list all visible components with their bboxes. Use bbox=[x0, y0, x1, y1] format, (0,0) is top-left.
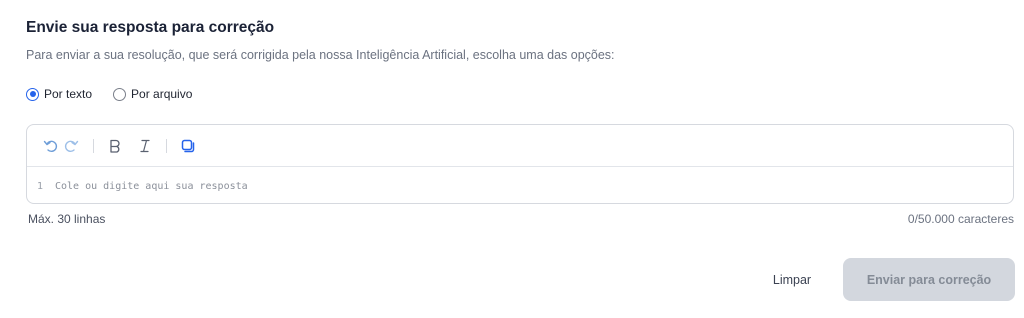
bold-icon bbox=[110, 139, 120, 153]
copy-button[interactable] bbox=[177, 135, 199, 157]
answer-editor: 1 Cole ou digite aqui sua resposta bbox=[26, 124, 1014, 204]
page-title: Envie sua resposta para correção bbox=[26, 19, 275, 36]
editor-placeholder: Cole ou digite aqui sua resposta bbox=[55, 180, 248, 192]
radio-label-por-arquivo: Por arquivo bbox=[131, 87, 193, 101]
radio-selected-icon[interactable] bbox=[26, 87, 39, 101]
clear-button[interactable]: Limpar bbox=[759, 266, 825, 294]
undo-icon bbox=[43, 140, 58, 152]
submit-button[interactable]: Enviar para correção bbox=[843, 258, 1015, 301]
line-number: 1 bbox=[36, 180, 44, 192]
toolbar-divider bbox=[93, 138, 94, 153]
editor-text-area[interactable]: 1 Cole ou digite aqui sua resposta bbox=[27, 167, 1013, 205]
redo-button[interactable] bbox=[61, 135, 83, 157]
submission-mode-radio-group: Por texto Por arquivo bbox=[26, 87, 213, 101]
bold-button[interactable] bbox=[104, 135, 126, 157]
max-lines-hint: Máx. 30 linhas bbox=[28, 212, 106, 226]
toolbar-divider bbox=[166, 138, 167, 153]
editor-toolbar bbox=[27, 125, 1013, 167]
radio-label-por-texto: Por texto bbox=[44, 87, 93, 101]
undo-button[interactable] bbox=[39, 135, 61, 157]
character-counter: 0/50.000 caracteres bbox=[907, 212, 1014, 226]
radio-por-texto[interactable]: Por texto bbox=[26, 87, 92, 101]
copy-icon bbox=[181, 139, 195, 152]
radio-por-arquivo[interactable]: Por arquivo bbox=[113, 87, 192, 101]
radio-unselected-icon[interactable] bbox=[113, 87, 127, 101]
redo-icon bbox=[64, 140, 79, 152]
italic-button[interactable] bbox=[134, 135, 156, 157]
italic-icon bbox=[140, 139, 150, 152]
page-subtitle: Para enviar a sua resolução, que será co… bbox=[26, 48, 615, 62]
